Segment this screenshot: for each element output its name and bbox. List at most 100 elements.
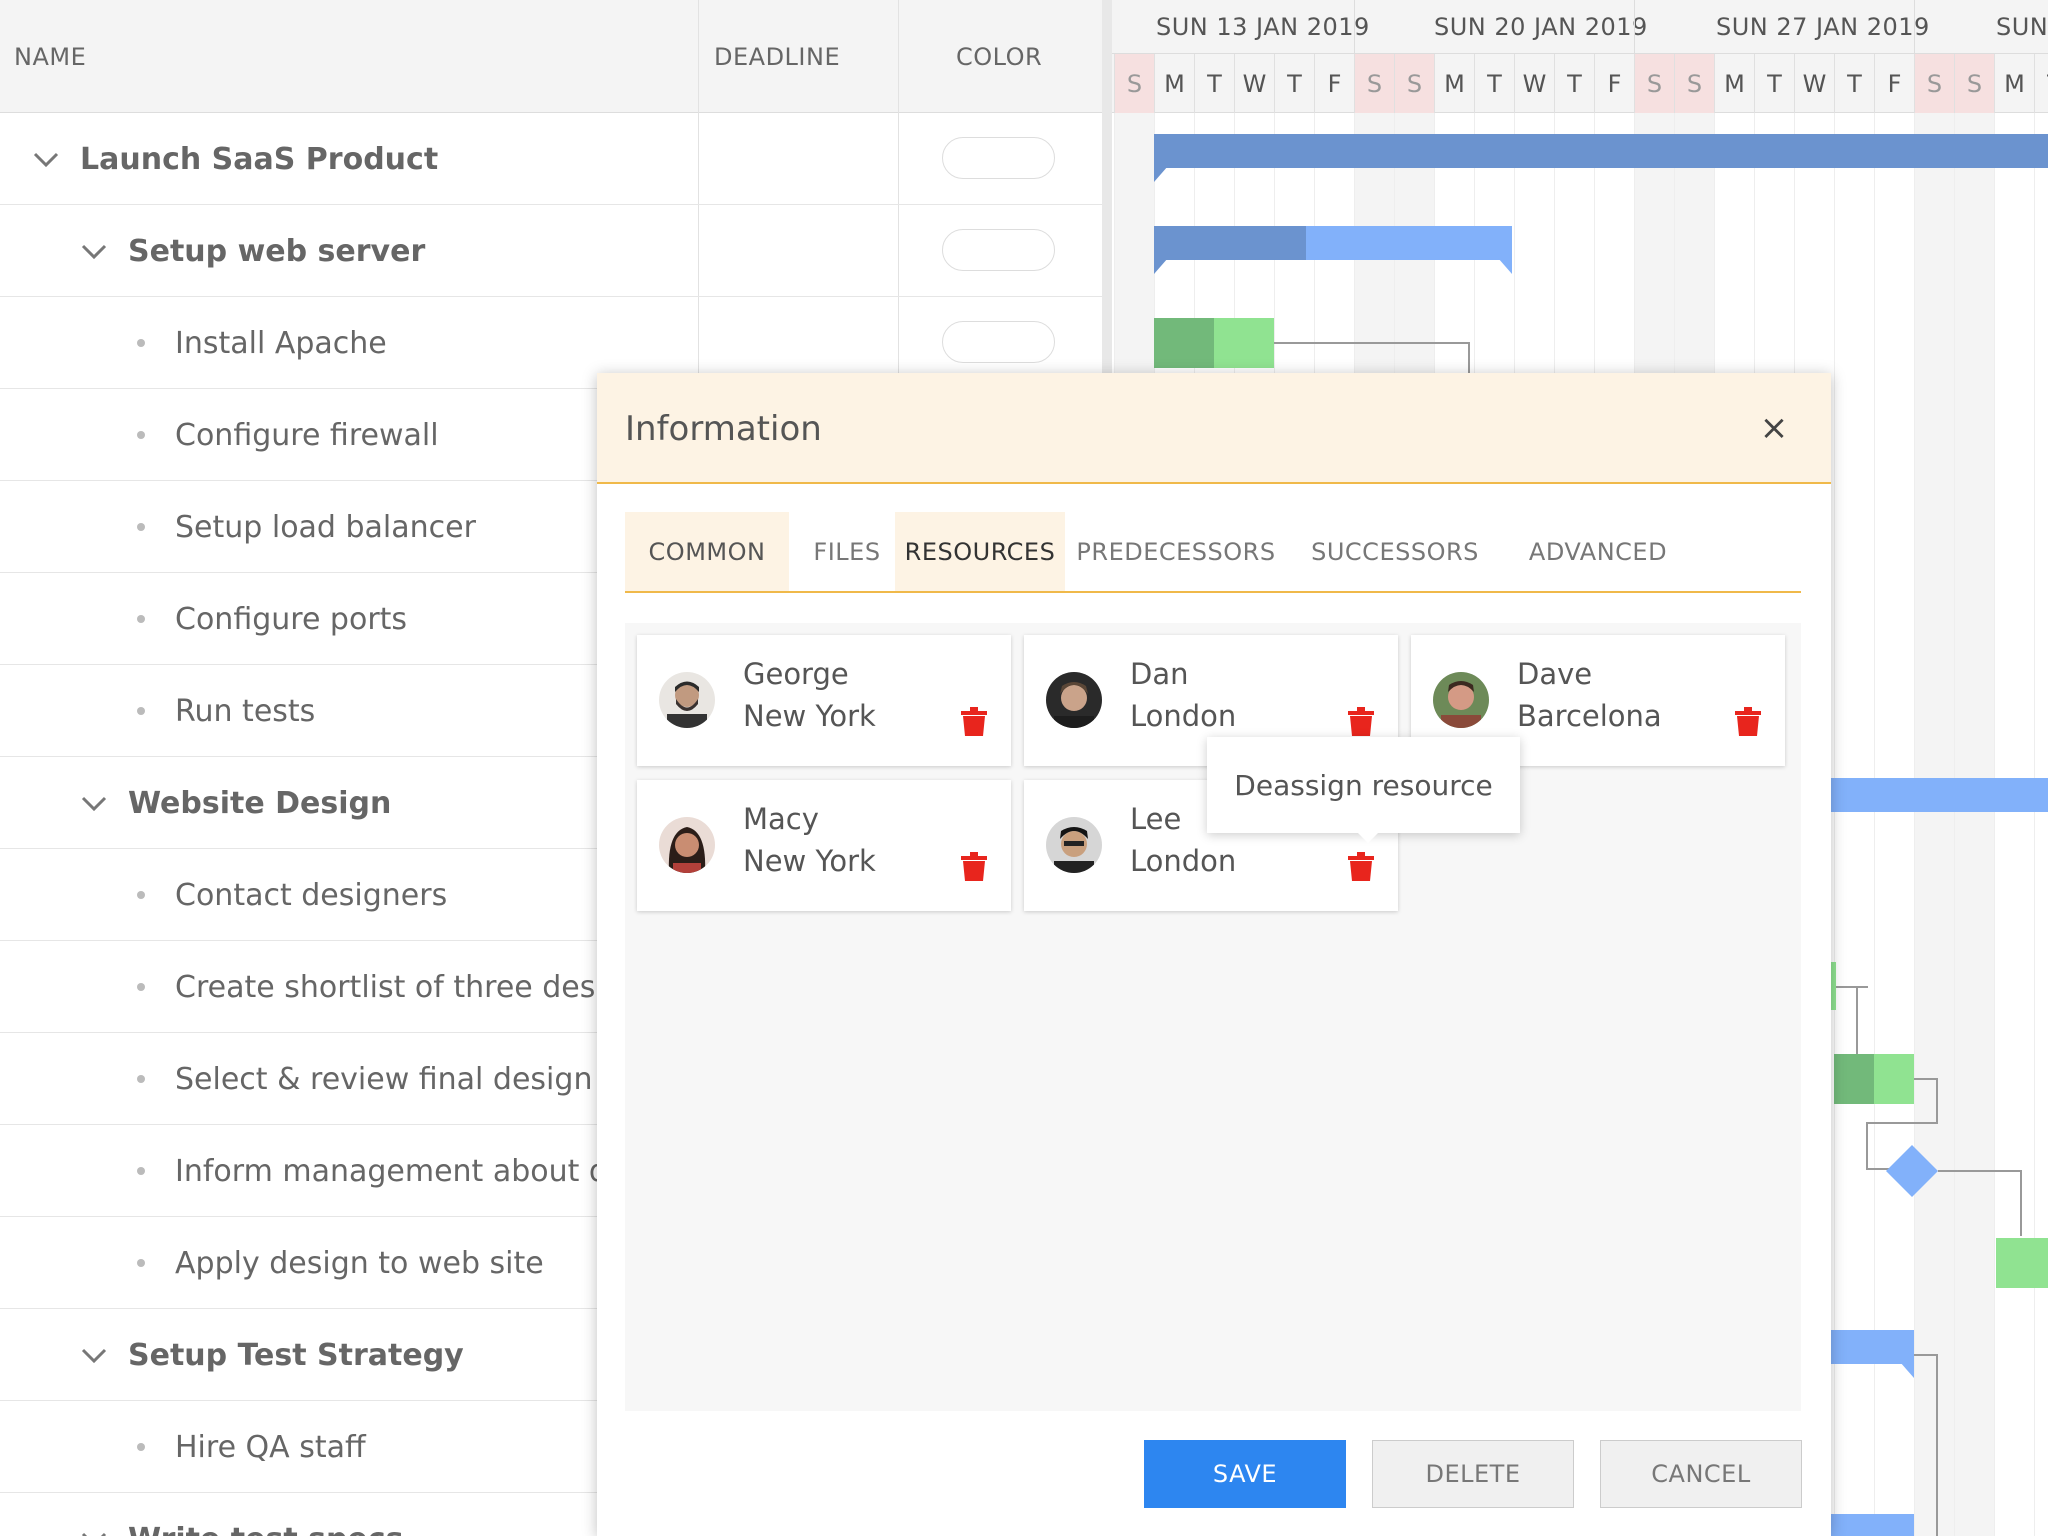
dependency-line [1856, 986, 1858, 1056]
dependency-line [2020, 1170, 2022, 1236]
chevron-down-icon[interactable] [78, 787, 110, 819]
trash-icon[interactable] [1348, 706, 1374, 736]
column-header-name[interactable]: NAME [14, 0, 86, 113]
gantt-bar-write-test-specs[interactable] [1830, 1514, 1914, 1536]
tab-advanced[interactable]: ADVANCED [1503, 512, 1693, 591]
dependency-line [1938, 1170, 2022, 1172]
day-label: F [1594, 54, 1634, 113]
summary-bar-cap [1900, 1362, 1914, 1378]
day-label: S [1354, 54, 1394, 113]
task-name: Configure firewall [175, 417, 439, 453]
dependency-line [1836, 986, 1868, 988]
bullet-icon [137, 983, 145, 991]
gantt-bar-install-apache-progress[interactable] [1154, 318, 1214, 368]
column-header-color[interactable]: COLOR [956, 0, 1042, 113]
save-button[interactable]: SAVE [1144, 1440, 1346, 1508]
trash-icon[interactable] [1735, 706, 1761, 736]
bullet-icon [137, 891, 145, 899]
task-name: Apply design to web site [175, 1245, 544, 1281]
chevron-down-icon[interactable] [78, 235, 110, 267]
task-name: Launch SaaS Product [80, 141, 439, 177]
grid-line [1954, 113, 1955, 1536]
gantt-bar-select-final-design-progress[interactable] [1834, 1054, 1874, 1104]
milestone-diamond-inform-management[interactable] [1886, 1145, 1938, 1197]
task-name: Write test specs [128, 1493, 403, 1536]
resource-card[interactable]: Macy New York [637, 780, 1011, 911]
dependency-line [1914, 1078, 1938, 1080]
chevron-down-icon[interactable] [78, 1523, 110, 1536]
day-label: T [1554, 54, 1594, 113]
summary-bar-cap [1154, 166, 1168, 182]
column-header-deadline[interactable]: DEADLINE [714, 0, 840, 113]
color-picker[interactable] [942, 321, 1055, 363]
bullet-icon [137, 1075, 145, 1083]
chevron-down-icon[interactable] [30, 143, 62, 175]
task-name: Run tests [175, 693, 316, 729]
task-name: Setup web server [128, 233, 426, 269]
resource-name: Dave [1517, 657, 1593, 691]
day-label: W [1514, 54, 1554, 113]
chevron-down-icon[interactable] [78, 1339, 110, 1371]
bullet-icon [137, 339, 145, 347]
color-picker[interactable] [942, 229, 1055, 271]
gantt-bar-launch-saas-product[interactable] [1154, 134, 2048, 168]
timeline-day-header: SMTWTFSSMTWTFSSMTWTFSSMT [1112, 54, 2048, 113]
gantt-bar-website-design[interactable] [1830, 778, 2048, 812]
day-label: W [1234, 54, 1274, 113]
gantt-bar-setup-web-server-progress[interactable] [1154, 226, 1306, 260]
resource-name: Macy [743, 802, 819, 836]
gantt-bar-setup-web-server[interactable] [1306, 226, 1512, 260]
day-label: T [1754, 54, 1794, 113]
cancel-button[interactable]: CANCEL [1600, 1440, 1802, 1508]
gantt-bar-install-apache[interactable] [1214, 318, 1274, 368]
resource-city: London [1130, 699, 1237, 733]
summary-bar-cap [1498, 258, 1512, 274]
day-label: T [1834, 54, 1874, 113]
gantt-bar-setup-test-strategy[interactable] [1830, 1330, 1914, 1364]
week-divider [1914, 0, 1915, 54]
color-picker[interactable] [942, 137, 1055, 179]
dialog-title: Information [625, 408, 822, 449]
day-label: F [1874, 54, 1914, 113]
task-name: Configure ports [175, 601, 408, 637]
resource-card[interactable]: George New York [637, 635, 1011, 766]
task-name: Install Apache [175, 325, 387, 361]
close-icon[interactable]: × [1757, 408, 1791, 448]
grid-line [1834, 113, 1835, 1536]
table-row[interactable]: Launch SaaS Product [0, 113, 1102, 205]
task-information-dialog: Information × COMMON FILES RESOURCES PRE… [597, 373, 1831, 1536]
bullet-icon [137, 707, 145, 715]
bullet-icon [137, 1167, 145, 1175]
week-label: SUN 27 JAN 2019 [1716, 13, 1930, 41]
day-label: M [1714, 54, 1754, 113]
grid-line [1874, 113, 1875, 1536]
day-label: S [1914, 54, 1954, 113]
trash-icon[interactable] [961, 851, 987, 881]
day-label: M [1154, 54, 1194, 113]
tab-successors[interactable]: SUCCESSORS [1287, 512, 1503, 591]
avatar [1046, 672, 1102, 728]
delete-button[interactable]: DELETE [1372, 1440, 1574, 1508]
trash-icon[interactable] [1348, 851, 1374, 881]
gantt-bar-select-final-design[interactable] [1874, 1054, 1914, 1104]
resource-city: Barcelona [1517, 699, 1662, 733]
table-row[interactable]: Setup web server [0, 205, 1102, 297]
dependency-line [1936, 1078, 1938, 1124]
grid-line [1994, 113, 1995, 1536]
task-name: Contact designers [175, 877, 448, 913]
bullet-icon [137, 431, 145, 439]
task-name: Website Design [128, 785, 392, 821]
summary-bar-cap [1154, 258, 1168, 274]
trash-icon[interactable] [961, 706, 987, 736]
tab-predecessors[interactable]: PREDECESSORS [1065, 512, 1287, 591]
tab-files[interactable]: FILES [789, 512, 905, 591]
day-label: F [1314, 54, 1354, 113]
day-label: M [1434, 54, 1474, 113]
tab-common[interactable]: COMMON [625, 512, 789, 591]
gantt-bar-apply-design[interactable] [1996, 1238, 2048, 1288]
resource-name: Dan [1130, 657, 1189, 691]
dependency-line [1936, 1354, 1938, 1536]
resource-name: George [743, 657, 849, 691]
tab-resources[interactable]: RESOURCES [895, 512, 1065, 591]
grid-line [2034, 113, 2035, 1536]
